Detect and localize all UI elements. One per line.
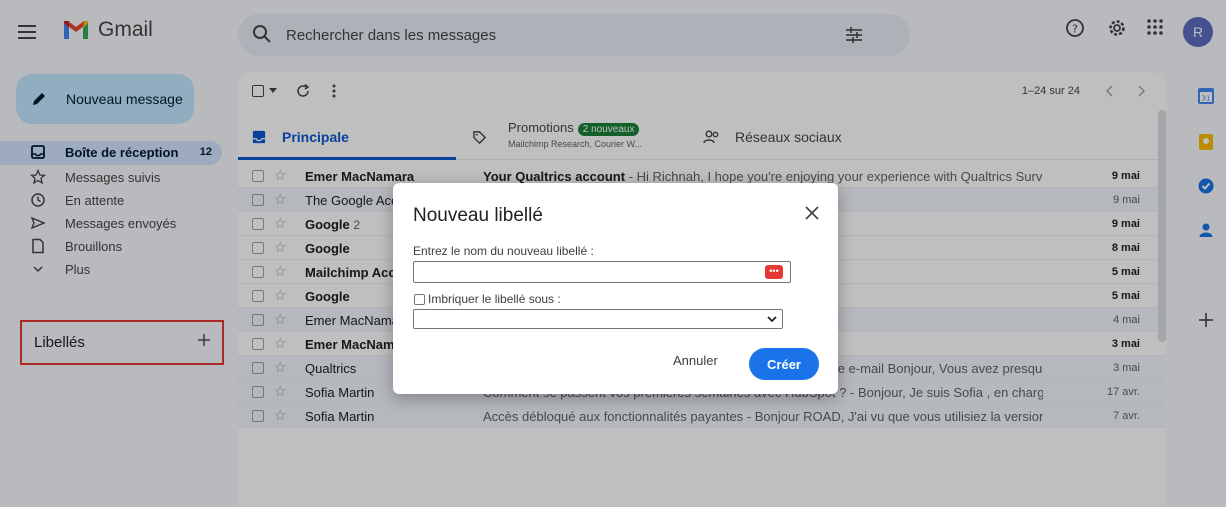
- chevron-down-icon: [767, 316, 777, 323]
- cancel-button[interactable]: Annuler: [673, 353, 718, 368]
- nest-label-caption: Imbriquer le libellé sous :: [428, 292, 561, 306]
- password-manager-icon[interactable]: •••: [765, 265, 783, 279]
- create-button[interactable]: Créer: [749, 348, 819, 380]
- label-name-input[interactable]: [413, 261, 791, 283]
- close-icon: [805, 206, 819, 220]
- close-dialog-button[interactable]: [800, 201, 824, 225]
- dialog-title: Nouveau libellé: [413, 205, 543, 226]
- new-label-dialog: Nouveau libellé Entrez le nom du nouveau…: [393, 183, 838, 394]
- parent-label-select[interactable]: [413, 309, 783, 329]
- label-name-caption: Entrez le nom du nouveau libellé :: [413, 244, 594, 258]
- nest-label-checkbox[interactable]: [414, 294, 425, 305]
